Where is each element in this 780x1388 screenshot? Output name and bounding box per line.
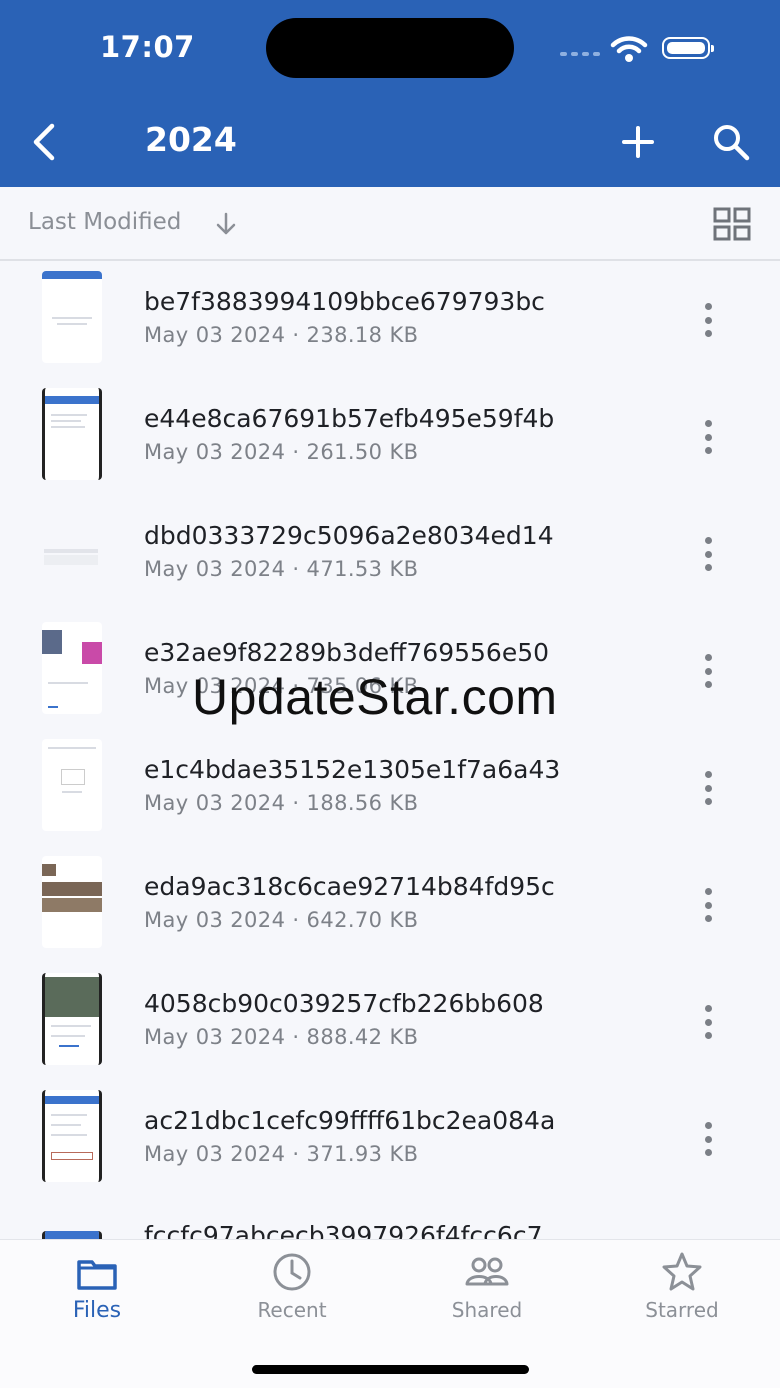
file-thumbnail (42, 622, 102, 714)
more-options-icon[interactable] (700, 537, 716, 571)
file-meta: May 03 2024 · 261.50 KB (144, 440, 419, 464)
file-name: e1c4bdae35152e1305e1f7a6a43 (144, 755, 561, 784)
add-icon[interactable] (618, 122, 658, 162)
wifi-icon (610, 36, 648, 62)
file-row[interactable]: be7f3883994109bbce679793bc May 03 2024 ·… (0, 261, 780, 378)
clock-icon (273, 1253, 311, 1291)
tab-label: Starred (645, 1298, 719, 1322)
more-options-icon[interactable] (700, 420, 716, 454)
file-thumbnail (42, 388, 102, 480)
sort-button[interactable]: Last Modified (28, 209, 181, 235)
folder-icon (77, 1260, 117, 1290)
star-icon (662, 1252, 702, 1291)
more-options-icon[interactable] (700, 1005, 716, 1039)
tab-label: Files (72, 1298, 122, 1323)
file-name: ac21dbc1cefc99ffff61bc2ea084a (144, 1106, 556, 1135)
file-thumbnail (42, 973, 102, 1065)
tab-starred[interactable]: Starred (607, 1250, 757, 1322)
file-row[interactable]: dbd0333729c5096a2e8034ed14 May 03 2024 ·… (0, 495, 780, 612)
more-options-icon[interactable] (700, 771, 716, 805)
home-indicator (252, 1365, 529, 1374)
file-thumbnail (42, 739, 102, 831)
tab-files[interactable]: Files (22, 1250, 172, 1323)
file-meta: May 03 2024 · 642.70 KB (144, 908, 419, 932)
file-row[interactable]: ac21dbc1cefc99ffff61bc2ea084a May 03 202… (0, 1080, 780, 1197)
watermark: UpdateStar.com (192, 669, 558, 725)
more-options-icon[interactable] (700, 1122, 716, 1156)
file-name: be7f3883994109bbce679793bc (144, 287, 545, 316)
file-thumbnail (42, 1090, 102, 1182)
file-row[interactable]: fccfc97abcecb3997926f4fcc6c7 (0, 1197, 780, 1239)
more-options-icon[interactable] (700, 654, 716, 688)
sort-bar: Last Modified (0, 187, 780, 261)
file-name: dbd0333729c5096a2e8034ed14 (144, 521, 554, 550)
file-name: 4058cb90c039257cfb226bb608 (144, 989, 544, 1018)
tab-shared[interactable]: Shared (412, 1250, 562, 1322)
file-name: fccfc97abcecb3997926f4fcc6c7 (144, 1221, 543, 1239)
file-thumbnail (42, 856, 102, 948)
file-thumbnail (42, 505, 102, 597)
back-arrow-icon[interactable] (28, 120, 68, 164)
file-meta: May 03 2024 · 238.18 KB (144, 323, 419, 347)
file-meta: May 03 2024 · 371.93 KB (144, 1142, 419, 1166)
file-meta: May 03 2024 · 188.56 KB (144, 791, 419, 815)
file-meta: May 03 2024 · 471.53 KB (144, 557, 419, 581)
file-name: e32ae9f82289b3deff769556e50 (144, 638, 550, 667)
file-thumbnail (42, 1231, 102, 1239)
tab-label: Recent (257, 1298, 327, 1322)
people-icon (465, 1257, 509, 1286)
file-name: e44e8ca67691b57efb495e59f4b (144, 404, 555, 433)
tab-recent[interactable]: Recent (217, 1250, 367, 1322)
file-list: be7f3883994109bbce679793bc May 03 2024 ·… (0, 261, 780, 1239)
more-options-icon[interactable] (700, 888, 716, 922)
file-row[interactable]: e44e8ca67691b57efb495e59f4b May 03 2024 … (0, 378, 780, 495)
file-name: eda9ac318c6cae92714b84fd95c (144, 872, 555, 901)
file-row[interactable]: eda9ac318c6cae92714b84fd95c May 03 2024 … (0, 846, 780, 963)
more-options-icon[interactable] (700, 303, 716, 337)
dynamic-island (266, 18, 514, 78)
arrow-down-icon[interactable] (214, 211, 238, 237)
battery-icon (662, 37, 714, 59)
search-icon[interactable] (710, 122, 754, 162)
file-meta: May 03 2024 · 888.42 KB (144, 1025, 419, 1049)
tab-label: Shared (451, 1298, 523, 1322)
app-header: 17:07 2024 (0, 0, 780, 187)
file-row[interactable]: 4058cb90c039257cfb226bb608 May 03 2024 ·… (0, 963, 780, 1080)
cellular-signal-icon (560, 52, 600, 56)
status-time: 17:07 (100, 30, 195, 64)
grid-view-icon[interactable] (712, 207, 752, 241)
file-thumbnail (42, 271, 102, 363)
file-row[interactable]: e1c4bdae35152e1305e1f7a6a43 May 03 2024 … (0, 729, 780, 846)
page-title: 2024 (145, 120, 237, 159)
